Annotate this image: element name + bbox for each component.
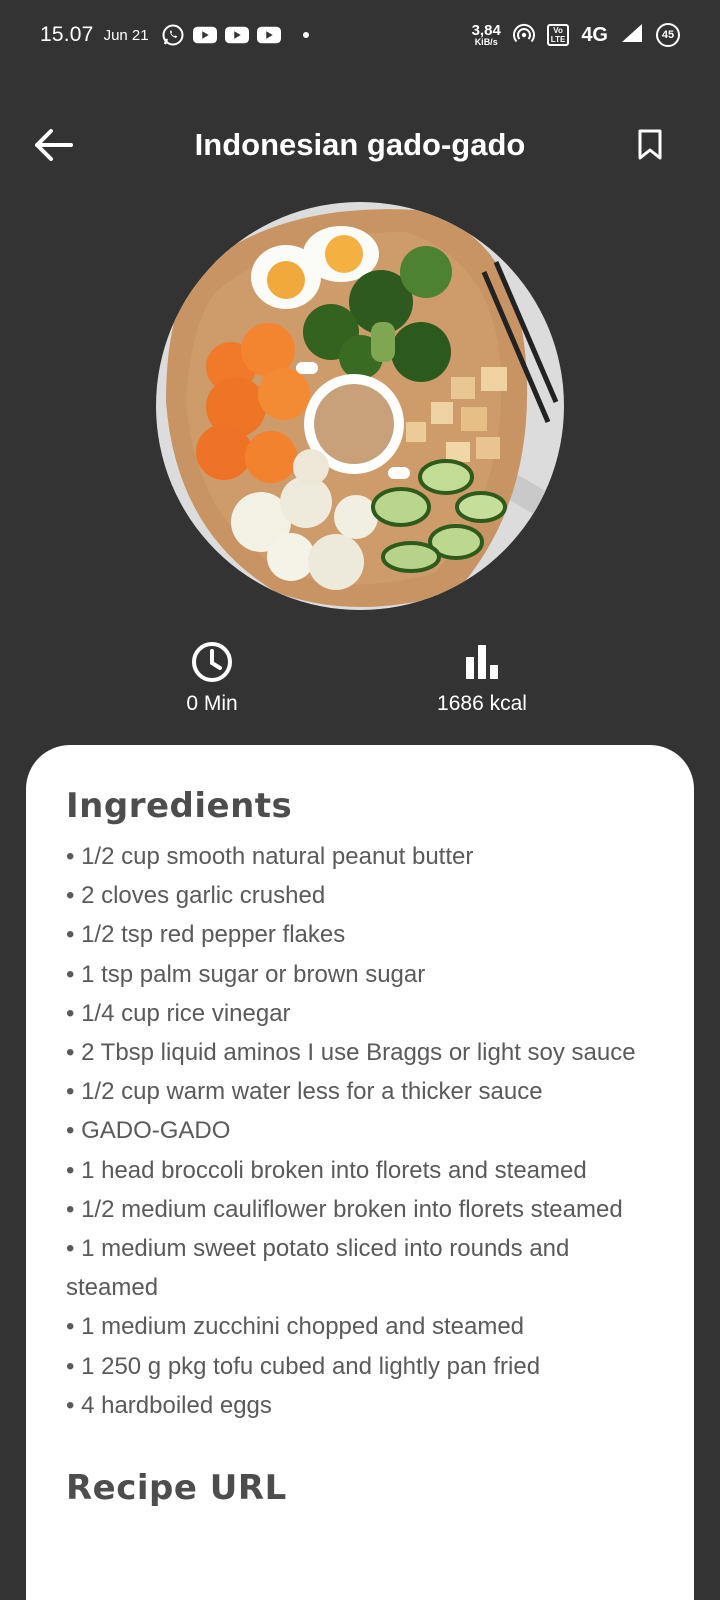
clock-icon: [112, 640, 312, 684]
bookmark-button[interactable]: [630, 125, 670, 165]
calories-stat: 1686 kcal: [382, 640, 582, 716]
status-bar: 15.07 Jun 21 3,84 KiB/s Vo LTE 4G 45: [0, 0, 720, 70]
network-speed-value: 3,84: [471, 22, 501, 40]
app-bar: Indonesian gado-gado: [0, 105, 720, 185]
ingredient-item: 1 250 g pkg tofu cubed and lightly pan f…: [66, 1347, 654, 1386]
youtube-icon: [192, 23, 217, 47]
recipe-card: Ingredients 1/2 cup smooth natural peanu…: [26, 745, 694, 1600]
ingredients-list: 1/2 cup smooth natural peanut butter2 cl…: [66, 837, 654, 1425]
recipe-url-title: Recipe URL: [66, 1468, 287, 1509]
ingredient-item: 1/2 medium cauliflower broken into flore…: [66, 1190, 654, 1229]
ingredient-item: 4 hardboiled eggs: [66, 1386, 654, 1425]
bookmark-outline-icon: [638, 129, 662, 160]
signal-icon: [620, 23, 644, 48]
ingredient-item: 2 cloves garlic crushed: [66, 876, 654, 915]
youtube-icon: [224, 23, 249, 47]
ingredient-item: GADO-GADO: [66, 1111, 654, 1150]
status-time: 15.07: [40, 23, 94, 46]
status-right: 3,84 KiB/s Vo LTE 4G 45: [472, 22, 680, 49]
ingredient-item: 1 medium zucchini chopped and steamed: [66, 1307, 654, 1346]
cook-time-stat: 0 Min: [112, 640, 312, 716]
hotspot-icon: [512, 22, 535, 49]
battery-level: 45: [661, 29, 675, 41]
ingredient-item: 1/4 cup rice vinegar: [66, 994, 654, 1033]
whatsapp-icon: [161, 23, 185, 47]
ingredients-title: Ingredients: [66, 786, 293, 826]
bar-chart-icon: [382, 640, 582, 684]
recipe-image: [156, 202, 564, 610]
calories-label: 1686 kcal: [437, 692, 527, 715]
volte-icon: Vo LTE: [546, 24, 570, 46]
ingredient-item: 1/2 cup smooth natural peanut butter: [66, 837, 654, 876]
status-left: 15.07 Jun 21: [40, 23, 309, 47]
ingredient-item: 1 medium sweet potato sliced into rounds…: [66, 1229, 654, 1307]
cook-time-label: 0 Min: [186, 692, 238, 715]
more-notifications-dot: [302, 32, 309, 38]
page-title: Indonesian gado-gado: [194, 127, 526, 162]
youtube-icon: [256, 23, 281, 47]
status-date: Jun 21: [103, 26, 149, 44]
network-type: 4G: [581, 23, 608, 46]
network-speed-unit: KiB/s: [474, 36, 498, 47]
ingredient-item: 1 tsp palm sugar or brown sugar: [66, 955, 654, 994]
battery-icon: 45: [656, 23, 680, 47]
ingredient-item: 1/2 tsp red pepper flakes: [66, 915, 654, 954]
network-speed: 3,84 KiB/s: [471, 22, 501, 47]
ingredient-item: 2 Tbsp liquid aminos I use Braggs or lig…: [66, 1033, 654, 1072]
ingredient-item: 1/2 cup warm water less for a thicker sa…: [66, 1072, 654, 1111]
ingredient-item: 1 head broccoli broken into florets and …: [66, 1151, 654, 1190]
